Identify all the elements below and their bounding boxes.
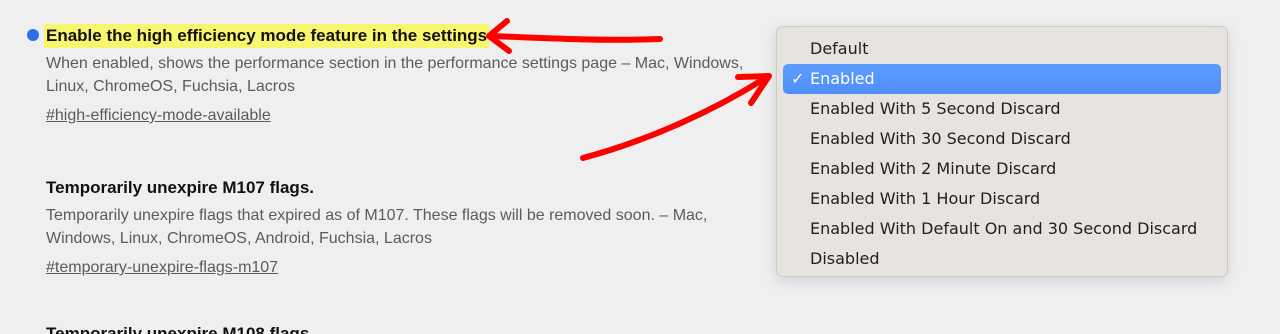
flag-description: Temporarily unexpire flags that expired … bbox=[46, 207, 708, 247]
checkmark-icon: ✓ bbox=[791, 69, 805, 88]
chrome-flags-page: Enable the high efficiency mode feature … bbox=[0, 0, 1280, 334]
flag-link[interactable]: #high-efficiency-mode-available bbox=[46, 105, 271, 127]
menu-option-disabled[interactable]: Disabled bbox=[783, 244, 1221, 274]
flag-description: When enabled, shows the performance sect… bbox=[46, 55, 744, 95]
menu-option-enabled-default-on-30-second-discard[interactable]: Enabled With Default On and 30 Second Di… bbox=[783, 214, 1221, 244]
menu-option-enabled-1-hour-discard[interactable]: Enabled With 1 Hour Discard bbox=[783, 184, 1221, 214]
menu-option-enabled-30-second-discard[interactable]: Enabled With 30 Second Discard bbox=[783, 124, 1221, 154]
modified-flag-dot bbox=[27, 29, 39, 41]
menu-option-enabled-2-minute-discard[interactable]: Enabled With 2 Minute Discard bbox=[783, 154, 1221, 184]
menu-option-enabled[interactable]: ✓ Enabled bbox=[783, 64, 1221, 94]
flag-high-efficiency-mode: Enable the high efficiency mode feature … bbox=[44, 24, 766, 127]
menu-option-default[interactable]: Default bbox=[783, 34, 1221, 64]
flag-title: Temporarily unexpire M107 flags. bbox=[46, 178, 314, 197]
flag-state-dropdown-menu[interactable]: Default ✓ Enabled Enabled With 5 Second … bbox=[776, 26, 1228, 277]
menu-option-label: Enabled bbox=[810, 69, 875, 88]
menu-option-enabled-5-second-discard[interactable]: Enabled With 5 Second Discard bbox=[783, 94, 1221, 124]
flag-temporary-unexpire-m108: Temporarily unexpire M108 flags. bbox=[46, 322, 766, 334]
flag-title: Temporarily unexpire M108 flags. bbox=[46, 324, 314, 334]
flag-temporary-unexpire-m107: Temporarily unexpire M107 flags. Tempora… bbox=[46, 176, 766, 279]
flag-title: Enable the high efficiency mode feature … bbox=[44, 24, 490, 48]
flag-link[interactable]: #temporary-unexpire-flags-m107 bbox=[46, 257, 278, 279]
